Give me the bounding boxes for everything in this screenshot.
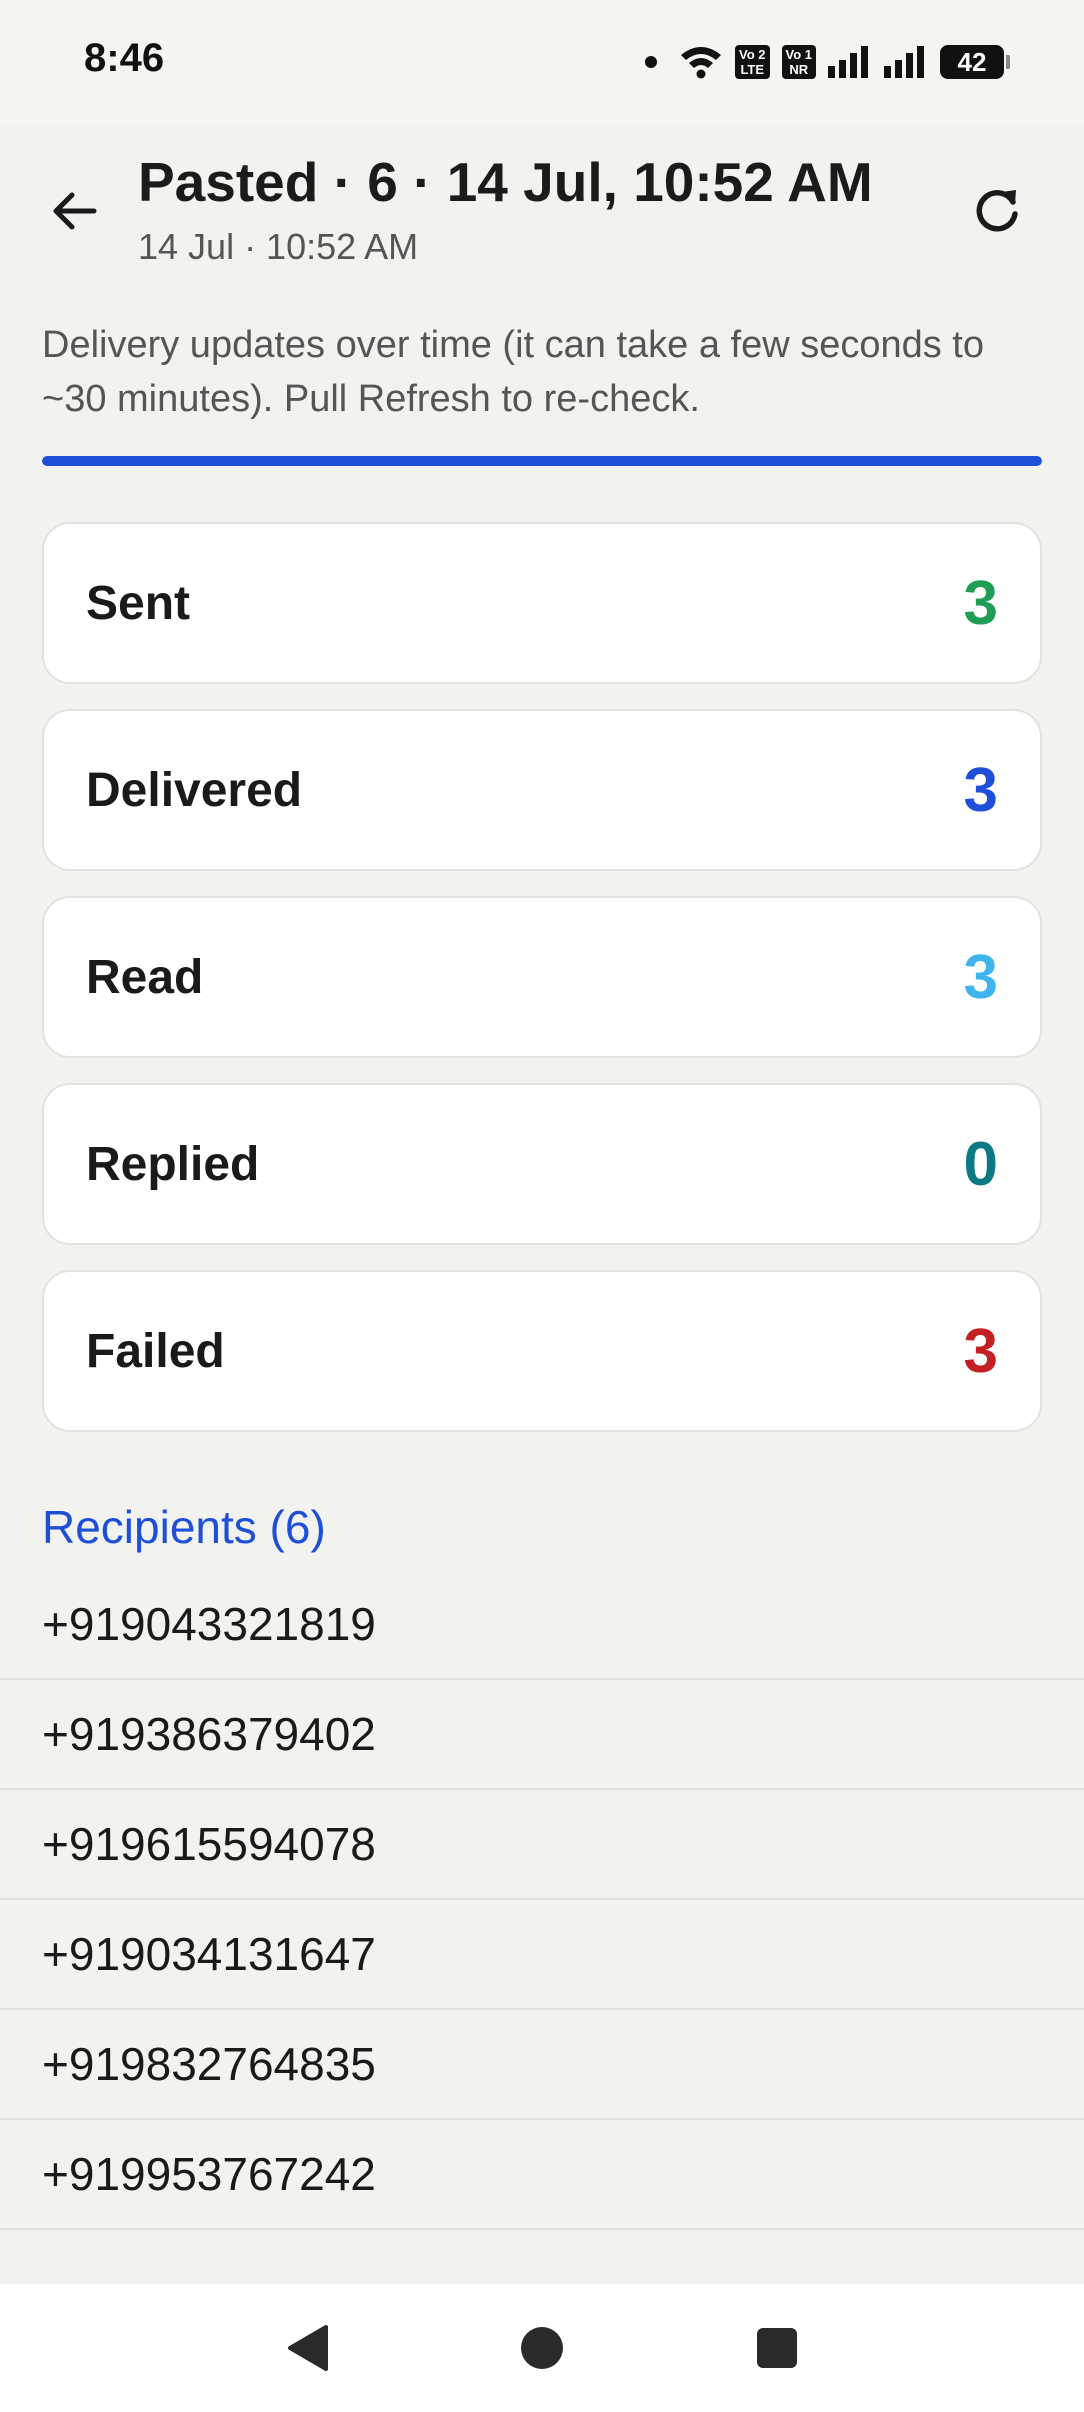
arrow-left-icon (53, 192, 97, 230)
recipient-row[interactable]: +919953767242 (0, 2120, 1084, 2230)
recipients-heading: Recipients (6) (42, 1501, 326, 1553)
delivery-progress-bar (42, 456, 1042, 466)
circle-home-icon (520, 2327, 563, 2369)
volte-nr-top: Vo 1 (785, 47, 813, 62)
battery-icon: 42 (940, 45, 1010, 79)
stat-card-replied: Replied 0 (42, 1083, 1042, 1245)
stat-label: Delivered (86, 763, 303, 817)
notification-dot-icon (645, 56, 657, 68)
recipient-row[interactable]: +919034131647 (0, 1900, 1084, 2010)
recipient-row[interactable]: +919386379402 (0, 1680, 1084, 1790)
square-recent-icon (756, 2328, 797, 2368)
signal-strength-2-icon (884, 46, 924, 78)
refresh-button[interactable] (966, 180, 1028, 242)
delivery-stats: Sent 3 Delivered 3 Read 3 Replied 0 Fail… (42, 522, 1042, 1457)
stat-card-failed: Failed 3 (42, 1270, 1042, 1432)
volte-nr-bottom: NR (789, 62, 809, 77)
stat-value: 3 (963, 568, 998, 638)
page-title: Pasted · 6 · 14 Jul, 10:52 AM (138, 151, 873, 213)
triangle-back-icon (288, 2325, 329, 2371)
nav-home-button[interactable] (512, 2318, 572, 2378)
stat-card-sent: Sent 3 (42, 522, 1042, 684)
volte-lte-bottom: LTE (740, 62, 765, 77)
stat-label: Read (86, 950, 204, 1004)
stat-value: 0 (963, 1129, 998, 1199)
signal-strength-icon (828, 46, 868, 78)
stat-card-delivered: Delivered 3 (42, 709, 1042, 871)
recipient-row[interactable]: +919043321819 (0, 1570, 1084, 1680)
delivery-progress-fill (42, 456, 1042, 466)
stat-value: 3 (963, 755, 998, 825)
page-subtitle: 14 Jul · 10:52 AM (138, 226, 419, 267)
app-header: Pasted · 6 · 14 Jul, 10:52 AM 14 Jul · 1… (0, 124, 1084, 304)
status-icons: Vo 2 LTE Vo 1 NR 42 (645, 40, 1010, 84)
back-button[interactable] (44, 180, 106, 242)
refresh-icon (976, 190, 1018, 232)
volte-nr-icon: Vo 1 NR (781, 45, 816, 79)
stat-value: 3 (963, 1316, 998, 1386)
stat-label: Failed (86, 1324, 225, 1378)
volte-lte-top: Vo 2 (739, 47, 766, 62)
volte-lte-icon: Vo 2 LTE (735, 45, 770, 79)
nav-recent-button[interactable] (747, 2318, 807, 2378)
wifi-icon (681, 47, 721, 79)
stat-value: 3 (963, 942, 998, 1012)
stat-card-read: Read 3 (42, 896, 1042, 1058)
status-time: 8:46 (84, 36, 165, 80)
nav-back-button[interactable] (277, 2318, 337, 2378)
delivery-info-text: Delivery updates over time (it can take … (42, 324, 985, 420)
stat-label: Replied (86, 1137, 260, 1191)
recipient-row[interactable]: +919615594078 (0, 1790, 1084, 1900)
recipient-row[interactable]: +919832764835 (0, 2010, 1084, 2120)
stat-label: Sent (86, 576, 191, 630)
status-bar: 8:46 Vo 2 LTE Vo 1 NR 42 (0, 0, 1084, 124)
system-nav-bar (0, 2284, 1084, 2412)
recipients-list: +919043321819 +919386379402 +91961559407… (0, 1570, 1084, 2230)
